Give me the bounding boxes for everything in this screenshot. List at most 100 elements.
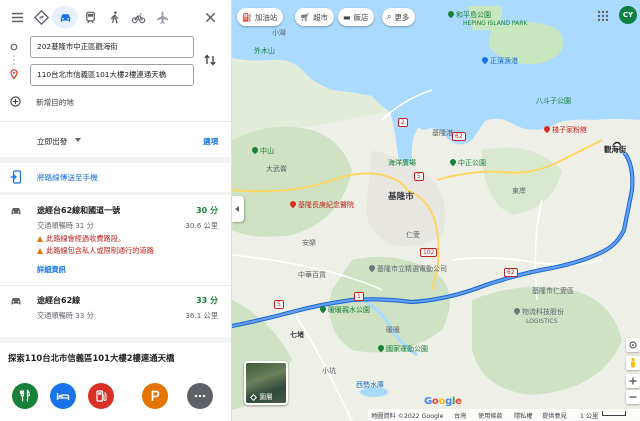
menu-icon[interactable] bbox=[6, 6, 28, 28]
map-label: 東岸 bbox=[512, 187, 526, 195]
map-label: 小坑 bbox=[322, 367, 336, 375]
apps-grid-icon[interactable] bbox=[597, 10, 609, 22]
add-destination-button[interactable]: 新增目的地 bbox=[36, 97, 74, 108]
swap-direction-icon[interactable] bbox=[203, 53, 217, 67]
map-canvas[interactable]: 和平島公園 HEPING ISLAND PARK 正濱漁港 棧子家粉館 八斗子公… bbox=[232, 0, 640, 421]
route-details-link[interactable]: 詳細資訊 bbox=[37, 265, 66, 275]
walk-icon[interactable] bbox=[103, 6, 125, 28]
parking-button[interactable] bbox=[142, 383, 168, 409]
map-label: 仁愛 bbox=[406, 231, 420, 239]
highway-shield: 1 bbox=[354, 292, 364, 301]
business-pin-icon bbox=[512, 306, 522, 316]
pegman-icon bbox=[631, 357, 635, 368]
map-label: 中華百貨 bbox=[298, 271, 326, 279]
my-location-button[interactable] bbox=[626, 338, 640, 352]
supermarket-chip[interactable]: 🛒︎ 超市 bbox=[295, 8, 334, 26]
origin-input[interactable]: 202基隆市中正區觀海街 bbox=[30, 36, 194, 58]
map-label: LOGISTICS bbox=[526, 318, 558, 325]
section-divider bbox=[0, 337, 231, 343]
route-distance: 30.6 公里 bbox=[185, 221, 218, 230]
diamond-route-icon[interactable] bbox=[30, 6, 52, 28]
map-label: 八斗子公園 bbox=[536, 97, 571, 105]
route-distance: 36.1 公里 bbox=[185, 311, 218, 320]
map-label: 西勢水庫 bbox=[356, 381, 384, 389]
toll-warning: 此路線會經過收費路段。 bbox=[37, 234, 125, 244]
layers-button[interactable]: 圖層 bbox=[244, 361, 288, 405]
map-label: 暖暖親水公園 bbox=[318, 304, 370, 315]
terms-link[interactable]: 使用條款 bbox=[478, 411, 503, 420]
hotels-button[interactable] bbox=[50, 383, 76, 409]
add-destination-icon[interactable] bbox=[10, 96, 21, 107]
bike-icon[interactable] bbox=[127, 6, 149, 28]
map-attribution: 地圖資料 ©2022 Google 台灣 使用條款 隱私權 提供意見 1 公里 bbox=[368, 409, 640, 421]
port-pin-icon bbox=[480, 55, 490, 65]
fork-knife-icon bbox=[19, 389, 31, 402]
more-chip[interactable]: ⌕ 更多 bbox=[382, 8, 416, 26]
more-icon bbox=[194, 394, 206, 398]
gas-pump-icon bbox=[96, 390, 107, 402]
highway-shield: 62 bbox=[504, 268, 518, 277]
route-inputs: 202基隆市中正區觀海街 110台北市信義區101大樓2樓連通天橋 bbox=[0, 34, 231, 124]
scale-label: 1 公里 bbox=[580, 413, 599, 420]
directions-panel: 202基隆市中正區觀海街 110台北市信義區101大樓2樓連通天橋 新增目的地 … bbox=[0, 0, 232, 421]
train-icon[interactable] bbox=[79, 6, 101, 28]
collapse-panel-button[interactable] bbox=[232, 196, 244, 222]
zoom-in-button[interactable] bbox=[626, 374, 640, 388]
map-label: 外木山 bbox=[254, 47, 275, 55]
route-option-2[interactable]: 途經台62線 33 分 交通順暢時 33 分 36.1 公里 bbox=[0, 287, 231, 329]
map-label: 安樂 bbox=[302, 239, 316, 247]
flight-icon[interactable] bbox=[151, 6, 173, 28]
east-hills bbox=[482, 147, 562, 215]
scale-bar bbox=[602, 411, 626, 416]
gas-stations-chip[interactable]: ⛽ 加油站 bbox=[237, 8, 284, 26]
highway-shield: 5 bbox=[414, 172, 424, 181]
street-view-button[interactable] bbox=[626, 356, 640, 370]
more-categories-button[interactable] bbox=[187, 383, 213, 409]
destination-pin-icon bbox=[10, 69, 18, 79]
bed-icon: ▬ bbox=[343, 12, 351, 22]
restaurants-button[interactable] bbox=[12, 383, 38, 409]
origin-circle-icon bbox=[10, 43, 18, 51]
explore-heading: 探索110台北市信義區101大樓2樓連通天橋 bbox=[8, 353, 175, 363]
feedback-link[interactable]: 提供意見 bbox=[542, 411, 567, 420]
restaurant-pin-icon bbox=[542, 124, 552, 134]
park-pin-icon bbox=[250, 145, 260, 155]
map-label: 基隆港 bbox=[432, 129, 453, 137]
travel-mode-bar bbox=[0, 0, 231, 34]
restricted-road-warning: 此路線包含私人或限制通行的道路 bbox=[37, 246, 154, 256]
options-button[interactable]: 選項 bbox=[203, 136, 218, 147]
route-typical-time: 交通順暢時 31 分 bbox=[37, 221, 94, 230]
south-hills bbox=[472, 286, 622, 395]
route-duration: 33 分 bbox=[196, 296, 218, 305]
zoom-out-button[interactable] bbox=[626, 390, 640, 404]
route-connector-dots bbox=[13, 55, 15, 65]
chevron-down-icon[interactable] bbox=[75, 138, 81, 142]
route-option-1[interactable]: 途經台62線和國道一號 30 分 交通順暢時 31 分 30.6 公里 此路線會… bbox=[0, 195, 231, 287]
send-to-phone-row[interactable]: 將路線傳送至手機 bbox=[0, 166, 231, 188]
search-icon: ⌕ bbox=[387, 12, 392, 21]
map-label: 正濱漁港 bbox=[480, 55, 518, 66]
highway-shield: 2 bbox=[398, 118, 408, 127]
car-icon bbox=[11, 297, 21, 305]
car-icon bbox=[11, 207, 21, 215]
close-icon[interactable] bbox=[199, 6, 221, 28]
privacy-link[interactable]: 隱私權 bbox=[514, 411, 533, 420]
business-pin-icon bbox=[367, 263, 377, 273]
route-duration: 30 分 bbox=[196, 206, 218, 215]
map-label: 國家運動公園 bbox=[376, 343, 428, 354]
gas-stations-button[interactable] bbox=[88, 383, 114, 409]
plus-icon bbox=[629, 377, 637, 385]
warning-icon bbox=[37, 236, 43, 242]
depart-now-dropdown[interactable]: 立即出發 bbox=[37, 136, 67, 147]
hotels-chip[interactable]: ▬ 飯店 bbox=[338, 8, 375, 26]
account-avatar[interactable]: CY bbox=[619, 6, 637, 24]
car-icon[interactable] bbox=[52, 6, 78, 28]
park-pin-icon bbox=[446, 9, 456, 19]
send-to-phone-icon bbox=[10, 170, 22, 184]
destination-input[interactable]: 110台北市信義區101大樓2樓連通天橋 bbox=[30, 64, 194, 86]
location-target-icon bbox=[629, 341, 637, 349]
cart-icon: 🛒︎ bbox=[300, 12, 311, 22]
map-label: 七堵 bbox=[290, 331, 304, 339]
map-label: 中山 bbox=[250, 145, 274, 156]
region-link[interactable]: 台灣 bbox=[454, 411, 466, 420]
